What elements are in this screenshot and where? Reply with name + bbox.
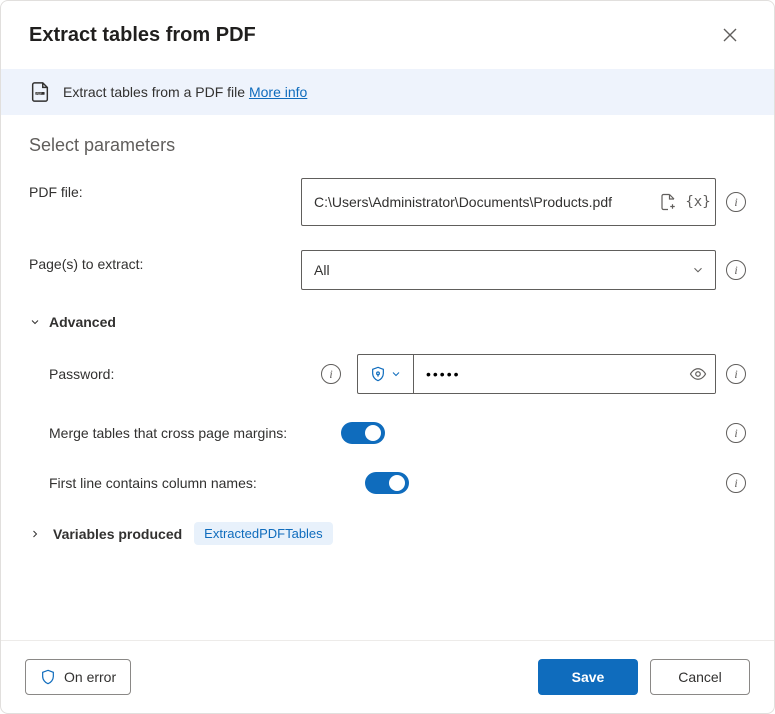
pdf-file-row: PDF file: C:\Users\Administrator\Documen… (29, 178, 746, 226)
pdf-file-icons: {x} (657, 191, 709, 213)
first-line-info[interactable]: i (726, 473, 746, 493)
merge-row: Merge tables that cross page margins: i (49, 422, 746, 444)
pdf-icon: PDF (29, 81, 51, 103)
close-button[interactable] (714, 19, 746, 51)
cancel-button[interactable]: Cancel (650, 659, 750, 695)
info-bar-text: Extract tables from a PDF file More info (63, 84, 307, 100)
dialog-title: Extract tables from PDF (29, 24, 256, 47)
close-icon (723, 28, 737, 42)
shield-lock-icon (370, 366, 386, 382)
chevron-right-icon (29, 528, 41, 540)
dialog-footer: On error Save Cancel (1, 640, 774, 713)
variable-picker-button[interactable]: {x} (687, 191, 709, 213)
cancel-label: Cancel (678, 669, 722, 685)
save-button[interactable]: Save (538, 659, 638, 695)
shield-icon (40, 669, 56, 685)
password-label: Password: (49, 366, 114, 382)
merge-toggle[interactable] (341, 422, 385, 444)
first-line-toggle[interactable] (365, 472, 409, 494)
advanced-toggle[interactable]: Advanced (29, 314, 746, 330)
password-control: i (357, 354, 746, 394)
pages-field-wrap: All i (301, 250, 746, 290)
pages-row: Page(s) to extract: All i (29, 250, 746, 290)
merge-control: i (341, 422, 746, 444)
password-label-wrap: Password: (49, 366, 309, 382)
pdf-file-label: PDF file: (29, 178, 289, 200)
file-plus-icon (659, 193, 677, 211)
pages-select-value: All (314, 262, 330, 278)
variables-produced-toggle[interactable]: Variables produced ExtractedPDFTables (29, 522, 746, 545)
variable-pill[interactable]: ExtractedPDFTables (194, 522, 333, 545)
merge-label: Merge tables that cross page margins: (49, 425, 329, 441)
chevron-down-icon (29, 316, 41, 328)
save-label: Save (572, 669, 605, 685)
password-input[interactable] (414, 355, 715, 393)
pdf-file-value: C:\Users\Administrator\Documents\Product… (314, 193, 647, 212)
footer-right: Save Cancel (538, 659, 750, 695)
pages-label: Page(s) to extract: (29, 250, 289, 272)
first-line-row: First line contains column names: i (49, 472, 746, 494)
pdf-file-info[interactable]: i (726, 192, 746, 212)
merge-info[interactable]: i (726, 423, 746, 443)
file-picker-button[interactable] (657, 191, 679, 213)
toggle-knob (389, 475, 405, 491)
more-info-link[interactable]: More info (249, 84, 307, 100)
dialog-header: Extract tables from PDF (1, 1, 774, 61)
info-bar: PDF Extract tables from a PDF file More … (1, 69, 774, 115)
toggle-knob (365, 425, 381, 441)
on-error-label: On error (64, 669, 116, 685)
pdf-file-input[interactable]: C:\Users\Administrator\Documents\Product… (301, 178, 716, 226)
pdf-file-field-wrap: C:\Users\Administrator\Documents\Product… (301, 178, 746, 226)
variables-label: Variables produced (53, 526, 182, 542)
dialog: Extract tables from PDF PDF Extract tabl… (0, 0, 775, 714)
eye-icon (689, 365, 707, 383)
advanced-label: Advanced (49, 314, 116, 330)
chevron-down-icon (691, 263, 705, 277)
secure-input-mode-button[interactable] (358, 355, 414, 393)
on-error-button[interactable]: On error (25, 659, 131, 695)
password-input-wrap (357, 354, 716, 394)
info-bar-desc: Extract tables from a PDF file (63, 84, 245, 100)
svg-text:PDF: PDF (36, 91, 42, 95)
pages-select[interactable]: All (301, 250, 716, 290)
password-row: Password: i i (49, 354, 746, 394)
advanced-body: Password: i i (29, 354, 746, 494)
first-line-control: i (341, 472, 746, 494)
reveal-password-button[interactable] (681, 355, 715, 393)
chevron-down-icon (390, 368, 402, 380)
pages-info[interactable]: i (726, 260, 746, 280)
variable-icon: {x} (685, 193, 710, 212)
dialog-content: Select parameters PDF file: C:\Users\Adm… (1, 115, 774, 640)
password-info[interactable]: i (726, 364, 746, 384)
section-title: Select parameters (29, 135, 746, 156)
first-line-label: First line contains column names: (49, 475, 329, 491)
password-label-info[interactable]: i (321, 364, 341, 384)
